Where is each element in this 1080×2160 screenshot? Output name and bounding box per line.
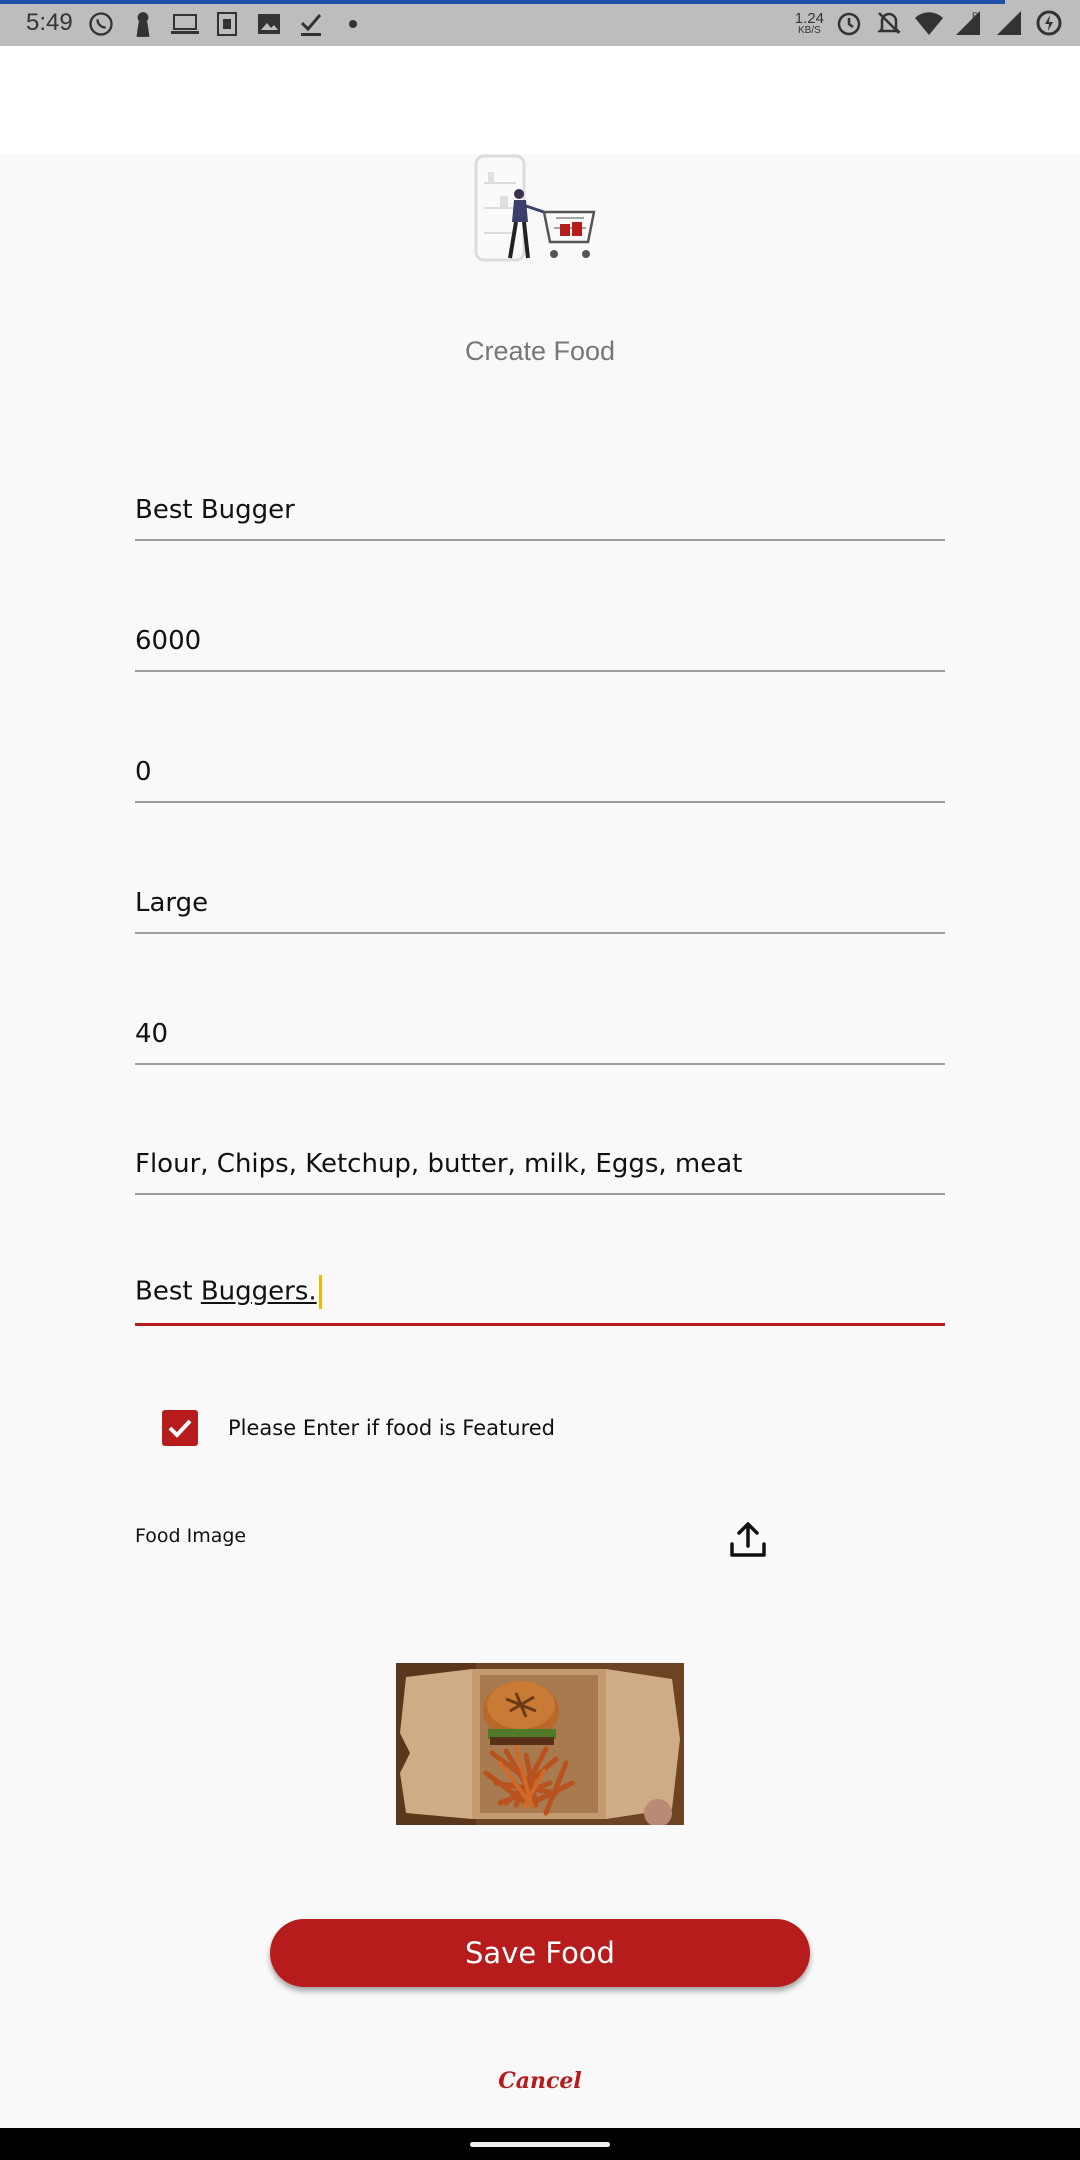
whatsapp-icon	[86, 9, 116, 39]
page-title: Create Food	[464, 336, 616, 366]
food-name-field[interactable]	[135, 481, 945, 541]
more-dot-icon	[338, 9, 368, 39]
alarm-icon	[834, 8, 864, 38]
description-field[interactable]: Best Buggers.	[135, 1266, 945, 1326]
network-speed-value: 1.24	[794, 9, 824, 27]
status-time: 5:49	[26, 9, 73, 36]
checkmark-icon	[168, 1419, 192, 1438]
food-image-label: Food Image	[135, 1525, 247, 1547]
notifications-off-icon	[874, 8, 904, 38]
time-field[interactable]	[135, 1005, 945, 1065]
loading-progress-bar	[0, 0, 1005, 4]
food-image-preview	[396, 1663, 684, 1825]
description-text-composing: Buggers.	[200, 1276, 317, 1307]
keyhole-icon	[128, 9, 158, 39]
save-food-button[interactable]: Save Food	[270, 1919, 810, 1987]
signal-icon	[994, 8, 1024, 38]
notification-icons	[86, 9, 368, 39]
battery-saver-icon	[1034, 8, 1064, 38]
size-input[interactable]	[135, 888, 945, 918]
text-cursor	[318, 1275, 322, 1309]
upload-icon[interactable]	[726, 1518, 770, 1562]
shopping-cart-illustration	[474, 154, 596, 262]
description-input[interactable]: Best Buggers.	[135, 1275, 322, 1309]
ingredients-input[interactable]	[135, 1149, 945, 1179]
ingredients-field[interactable]	[135, 1135, 945, 1195]
status-bar: 5:49 1.24 KB/S R	[0, 0, 1080, 46]
system-icons: 1.24 KB/S R	[795, 8, 1064, 38]
image-icon	[254, 9, 284, 39]
laptop-icon	[170, 9, 200, 39]
featured-checkbox[interactable]	[162, 1410, 198, 1446]
price-field[interactable]	[135, 612, 945, 672]
network-speed: 1.24 KB/S	[795, 11, 824, 36]
svg-text:R: R	[972, 11, 979, 21]
featured-row: Please Enter if food is Featured	[162, 1410, 555, 1446]
description-text: Best	[135, 1276, 201, 1307]
price-input[interactable]	[135, 626, 945, 656]
download-done-icon	[296, 9, 326, 39]
cancel-link[interactable]: Cancel	[0, 2068, 1080, 2094]
home-gesture-handle[interactable]	[470, 2142, 610, 2147]
size-field[interactable]	[135, 874, 945, 934]
system-navigation-bar	[0, 2128, 1080, 2160]
app-icon	[212, 9, 242, 39]
app-bar	[0, 46, 1080, 154]
food-name-input[interactable]	[135, 495, 945, 525]
discount-field[interactable]	[135, 743, 945, 803]
time-input[interactable]	[135, 1019, 945, 1049]
featured-label: Please Enter if food is Featured	[228, 1416, 555, 1440]
discount-input[interactable]	[135, 757, 945, 787]
signal-roaming-icon: R	[954, 8, 984, 38]
wifi-icon	[914, 8, 944, 38]
network-speed-unit: KB/S	[798, 24, 821, 36]
